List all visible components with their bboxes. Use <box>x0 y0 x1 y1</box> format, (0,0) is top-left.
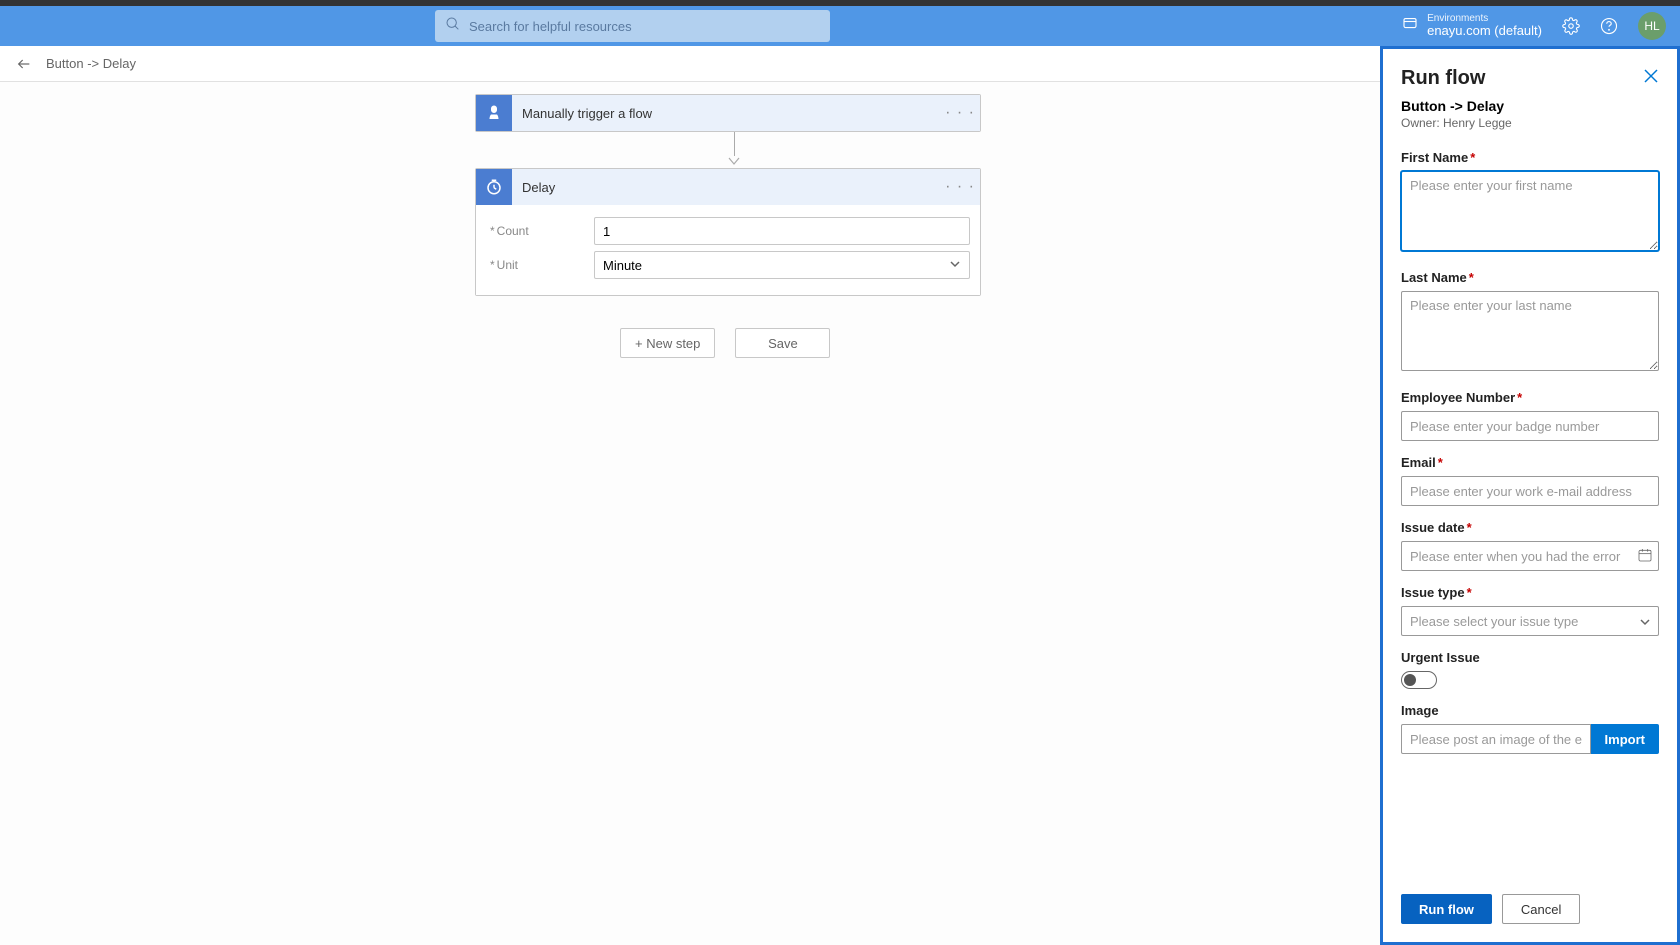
breadcrumb-title: Button -> Delay <box>46 56 136 71</box>
issue-date-label: Issue date* <box>1401 520 1659 535</box>
close-icon[interactable] <box>1643 68 1659 89</box>
settings-icon[interactable] <box>1562 17 1580 35</box>
trigger-title: Manually trigger a flow <box>512 106 940 121</box>
chevron-down-icon <box>949 258 961 273</box>
trigger-icon <box>476 95 512 131</box>
issue-date-input[interactable] <box>1401 541 1659 571</box>
issue-type-select[interactable]: Please select your issue type <box>1401 606 1659 636</box>
run-flow-button[interactable]: Run flow <box>1401 894 1492 924</box>
image-input[interactable] <box>1401 724 1591 754</box>
environment-icon <box>1401 14 1419 37</box>
save-button[interactable]: Save <box>735 328 830 358</box>
urgent-label: Urgent Issue <box>1401 650 1659 665</box>
urgent-toggle[interactable] <box>1401 671 1437 689</box>
trigger-menu[interactable]: · · · <box>940 104 980 122</box>
panel-title: Run flow <box>1401 67 1485 90</box>
app-header: Environments enayu.com (default) HL <box>0 6 1680 46</box>
count-label: *Count <box>486 224 594 238</box>
delay-title: Delay <box>512 180 940 195</box>
issue-type-label: Issue type* <box>1401 585 1659 600</box>
first-name-label: First Name* <box>1401 150 1659 165</box>
delay-card[interactable]: Delay · · · *Count *Unit Minute <box>475 168 981 296</box>
panel-subtitle: Button -> Delay <box>1401 98 1659 114</box>
import-button[interactable]: Import <box>1591 724 1659 754</box>
environment-name: enayu.com (default) <box>1427 24 1542 38</box>
email-label: Email* <box>1401 455 1659 470</box>
first-name-input[interactable] <box>1401 171 1659 251</box>
calendar-icon[interactable] <box>1637 547 1653 568</box>
unit-select[interactable]: Minute <box>594 251 970 279</box>
last-name-label: Last Name* <box>1401 270 1659 285</box>
environment-label: Environments <box>1427 13 1542 24</box>
image-label: Image <box>1401 703 1659 718</box>
email-input[interactable] <box>1401 476 1659 506</box>
user-avatar[interactable]: HL <box>1638 12 1666 40</box>
search-input[interactable] <box>469 19 820 34</box>
panel-owner: Owner: Henry Legge <box>1401 116 1659 130</box>
employee-number-label: Employee Number* <box>1401 390 1659 405</box>
flow-canvas: Manually trigger a flow · · · Delay · · … <box>0 82 1380 945</box>
environment-picker[interactable]: Environments enayu.com (default) <box>1401 13 1542 38</box>
employee-number-input[interactable] <box>1401 411 1659 441</box>
run-flow-panel: Run flow Button -> Delay Owner: Henry Le… <box>1380 46 1680 945</box>
trigger-card[interactable]: Manually trigger a flow · · · <box>475 94 981 132</box>
back-button[interactable] <box>16 56 32 72</box>
last-name-input[interactable] <box>1401 291 1659 371</box>
delay-menu[interactable]: · · · <box>940 178 980 196</box>
global-search[interactable] <box>435 10 830 42</box>
unit-label: *Unit <box>486 258 594 272</box>
cancel-button[interactable]: Cancel <box>1502 894 1580 924</box>
new-step-button[interactable]: + New step <box>620 328 715 358</box>
delay-icon <box>476 169 512 205</box>
flow-connector <box>726 132 742 166</box>
search-icon <box>445 16 461 37</box>
count-input[interactable] <box>594 217 970 245</box>
help-icon[interactable] <box>1600 17 1618 35</box>
